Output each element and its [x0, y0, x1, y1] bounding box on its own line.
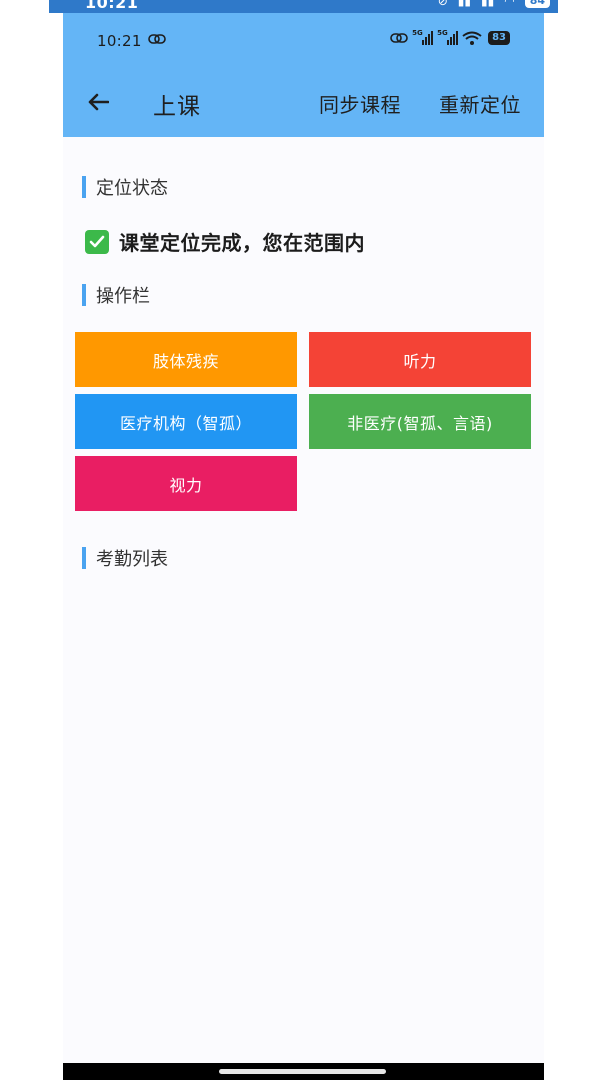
- signal-icon: 5G: [412, 29, 434, 45]
- link-icon: ⊘: [437, 0, 448, 8]
- attendance-heading-text: 考勤列表: [96, 549, 168, 570]
- attendance-section-heading: 考勤列表: [82, 546, 168, 570]
- section-accent-bar: [82, 547, 86, 569]
- check-mark-icon: [85, 229, 109, 254]
- outer-status-bar: 10:21 ⊘ ▮▮ ▮▮ ◠ 84: [49, 0, 558, 13]
- signal-icon: ▮▮: [457, 0, 471, 8]
- wifi-icon: [462, 31, 482, 45]
- app-screen: 10:21 5G 5G 83 上课 同步课程 重新定位 定位状态 课堂定位完成，…: [63, 13, 544, 1063]
- back-button[interactable]: [83, 89, 113, 115]
- status-icons: 5G 5G 83: [390, 29, 510, 45]
- battery-icon: 83: [488, 31, 510, 45]
- status-bar: 10:21 5G 5G 83: [63, 13, 544, 69]
- signal-icon: 5G: [437, 29, 459, 45]
- outer-status-time: 10:21: [85, 0, 139, 12]
- navigation-bar: [63, 1063, 544, 1080]
- section-accent-bar: [82, 176, 86, 198]
- outer-battery-icon: 84: [524, 0, 550, 8]
- medical-institution-button[interactable]: 医疗机构（智孤）: [75, 394, 297, 449]
- vision-button[interactable]: 视力: [75, 456, 297, 511]
- location-heading-text: 定位状态: [96, 178, 168, 199]
- location-section-heading: 定位状态: [82, 175, 168, 199]
- non-medical-button[interactable]: 非医疗(智孤、言语): [309, 394, 531, 449]
- sync-courses-button[interactable]: 同步课程: [319, 89, 401, 118]
- wifi-icon: ◠: [504, 0, 515, 8]
- signal-icon: ▮▮: [480, 0, 495, 8]
- section-accent-bar: [82, 284, 86, 306]
- page-title: 上课: [153, 94, 201, 120]
- home-indicator[interactable]: [219, 1069, 386, 1074]
- location-status-text: 课堂定位完成，您在范围内: [119, 231, 365, 255]
- location-status: 课堂定位完成，您在范围内: [85, 227, 365, 256]
- toolbar: 上课 同步课程 重新定位: [63, 77, 544, 127]
- link-icon: [148, 34, 166, 44]
- link-icon: [390, 33, 408, 43]
- operation-section-heading: 操作栏: [82, 283, 150, 307]
- hearing-button[interactable]: 听力: [309, 332, 531, 387]
- operation-heading-text: 操作栏: [96, 286, 150, 307]
- relocate-button[interactable]: 重新定位: [439, 89, 521, 118]
- app-header: 10:21 5G 5G 83 上课 同步课程 重新定位: [63, 13, 544, 137]
- limb-disability-button[interactable]: 肢体残疾: [75, 332, 297, 387]
- back-arrow-icon: [88, 93, 109, 111]
- outer-status-icons: ⊘ ▮▮ ▮▮ ◠ 84: [438, 0, 550, 8]
- status-time: 10:21: [97, 32, 142, 50]
